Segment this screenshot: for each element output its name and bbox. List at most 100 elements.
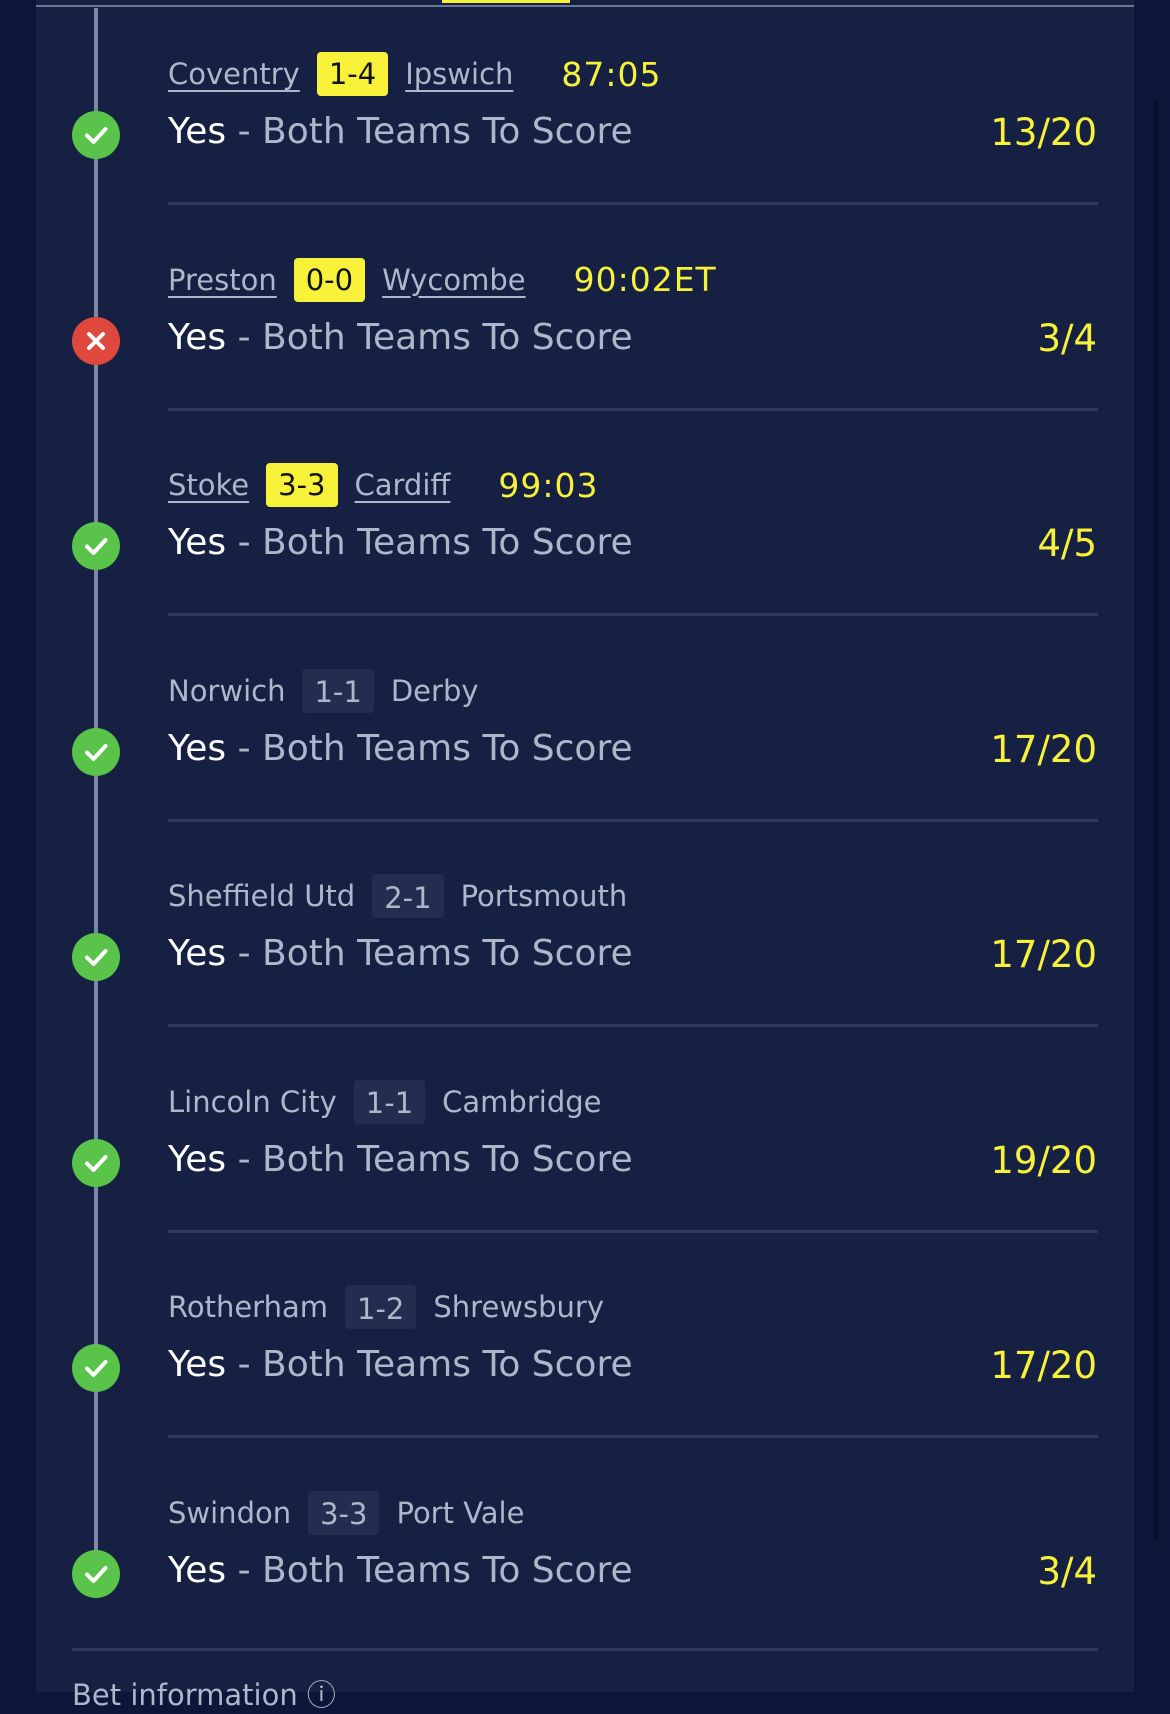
home-team-link[interactable]: Sheffield Utd xyxy=(168,879,355,913)
selection-pick: Yes xyxy=(168,727,227,769)
market-name: - Both Teams To Score xyxy=(226,1138,633,1180)
check-icon xyxy=(85,1360,108,1377)
status-badge xyxy=(72,1138,120,1187)
row-divider xyxy=(168,1435,1098,1438)
status-badge xyxy=(72,522,120,570)
status-badge xyxy=(72,1549,120,1598)
away-team-link[interactable]: Cambridge xyxy=(442,1085,601,1119)
selection-row: Sheffield Utd 2-1 Portsmouth Yes - Both … xyxy=(0,871,1170,1076)
selection-pick: Yes xyxy=(168,1138,227,1180)
away-team-link[interactable]: Portsmouth xyxy=(461,879,628,913)
market-line: Yes - Both Teams To Score xyxy=(168,1344,633,1385)
status-badge xyxy=(72,1344,120,1392)
row-divider xyxy=(168,202,1098,205)
selection-row: Coventry 1-4 Ipswich 87:05 Yes - Both Te… xyxy=(0,49,1170,254)
check-icon xyxy=(85,127,108,144)
score-badge: 2-1 xyxy=(372,874,444,918)
home-team-link[interactable]: Lincoln City xyxy=(168,1085,337,1119)
row-divider xyxy=(168,1024,1098,1027)
match-line: Coventry 1-4 Ipswich 87:05 xyxy=(168,49,662,99)
row-divider xyxy=(168,1229,1098,1233)
market-name: - Both Teams To Score xyxy=(226,1344,633,1385)
check-icon xyxy=(85,538,108,555)
selection-row: Lincoln City 1-1 Cambridge Yes - Both Te… xyxy=(0,1077,1170,1282)
odds-value: 17/20 xyxy=(990,933,1097,976)
row-divider xyxy=(168,818,1098,822)
odds-value: 13/20 xyxy=(990,111,1097,154)
away-team-link[interactable]: Ipswich xyxy=(405,57,513,91)
score-badge: 1-2 xyxy=(345,1285,417,1329)
away-team-link[interactable]: Cardiff xyxy=(355,468,451,502)
home-team-link[interactable]: Swindon xyxy=(168,1496,291,1530)
score-badge: 1-1 xyxy=(302,668,374,713)
selection-pick: Yes xyxy=(168,522,227,563)
away-team-link[interactable]: Shrewsbury xyxy=(433,1290,604,1324)
selection-pick: Yes xyxy=(168,1549,227,1591)
score-badge: 1-4 xyxy=(316,52,389,96)
odds-value: 4/5 xyxy=(1037,522,1097,565)
active-tab-indicator xyxy=(442,0,570,3)
selection-pick: Yes xyxy=(168,1344,227,1385)
market-line: Yes - Both Teams To Score xyxy=(168,1550,633,1591)
selection-row: Stoke 3-3 Cardiff 99:03 Yes - Both Teams… xyxy=(0,460,1170,665)
odds-value: 17/20 xyxy=(990,1344,1097,1387)
selection-pick: Yes xyxy=(168,316,227,358)
market-line: Yes - Both Teams To Score xyxy=(168,728,633,769)
score-badge: 1-1 xyxy=(353,1079,426,1124)
odds-value: 3/4 xyxy=(1037,316,1097,360)
away-team-link[interactable]: Port Vale xyxy=(396,1496,524,1530)
match-clock: 87:05 xyxy=(561,54,662,94)
status-badge xyxy=(72,727,120,776)
selection-pick: Yes xyxy=(168,111,227,152)
market-name: - Both Teams To Score xyxy=(226,111,633,152)
home-team-link[interactable]: Coventry xyxy=(168,57,300,91)
odds-value: 17/20 xyxy=(990,727,1097,771)
match-line: Rotherham 1-2 Shrewsbury xyxy=(168,1282,604,1332)
market-line: Yes - Both Teams To Score xyxy=(168,933,633,974)
market-name: - Both Teams To Score xyxy=(226,522,633,563)
selection-pick: Yes xyxy=(168,933,227,974)
home-team-link[interactable]: Norwich xyxy=(168,674,285,708)
market-name: - Both Teams To Score xyxy=(226,316,633,358)
selection-row: Swindon 3-3 Port Vale Yes - Both Teams T… xyxy=(0,1488,1170,1693)
check-icon xyxy=(85,949,108,966)
home-team-link[interactable]: Stoke xyxy=(168,468,249,502)
market-name: - Both Teams To Score xyxy=(226,727,633,769)
bet-information-link[interactable]: Bet information ⓘ xyxy=(72,1672,336,1714)
away-team-link[interactable]: Derby xyxy=(391,674,479,708)
status-badge xyxy=(72,316,120,365)
match-line: Norwich 1-1 Derby xyxy=(168,666,479,716)
check-icon xyxy=(85,1565,108,1583)
status-badge xyxy=(72,933,120,981)
selection-row: Norwich 1-1 Derby Yes - Both Teams To Sc… xyxy=(0,666,1170,871)
match-line: Stoke 3-3 Cardiff 99:03 xyxy=(168,460,599,510)
match-clock: 99:03 xyxy=(498,465,599,505)
row-divider xyxy=(168,407,1098,411)
score-badge: 3-3 xyxy=(266,463,338,507)
match-line: Sheffield Utd 2-1 Portsmouth xyxy=(168,871,627,921)
footer-divider xyxy=(72,1648,1098,1651)
odds-value: 3/4 xyxy=(1037,1549,1097,1593)
market-line: Yes - Both Teams To Score xyxy=(168,111,633,152)
home-team-link[interactable]: Preston xyxy=(168,263,277,297)
score-badge: 3-3 xyxy=(308,1490,380,1535)
market-name: - Both Teams To Score xyxy=(226,1549,633,1591)
home-team-link[interactable]: Rotherham xyxy=(168,1290,328,1324)
market-line: Yes - Both Teams To Score xyxy=(168,1139,633,1180)
selection-row: Rotherham 1-2 Shrewsbury Yes - Both Team… xyxy=(0,1282,1170,1487)
match-line: Lincoln City 1-1 Cambridge xyxy=(168,1077,601,1127)
away-team-link[interactable]: Wycombe xyxy=(382,263,526,297)
match-line: Swindon 3-3 Port Vale xyxy=(168,1488,524,1538)
odds-value: 19/20 xyxy=(990,1138,1097,1182)
match-line: Preston 0-0 Wycombe 90:02ET xyxy=(168,255,717,305)
row-divider xyxy=(168,613,1098,616)
check-icon xyxy=(85,1154,108,1172)
cross-icon xyxy=(87,331,105,350)
market-line: Yes - Both Teams To Score xyxy=(168,317,633,358)
check-icon xyxy=(85,743,108,761)
score-badge: 0-0 xyxy=(293,257,366,302)
selection-row: Preston 0-0 Wycombe 90:02ET Yes - Both T… xyxy=(0,255,1170,460)
status-badge xyxy=(72,111,120,159)
match-clock: 90:02ET xyxy=(573,260,717,299)
header-divider xyxy=(36,5,1134,7)
